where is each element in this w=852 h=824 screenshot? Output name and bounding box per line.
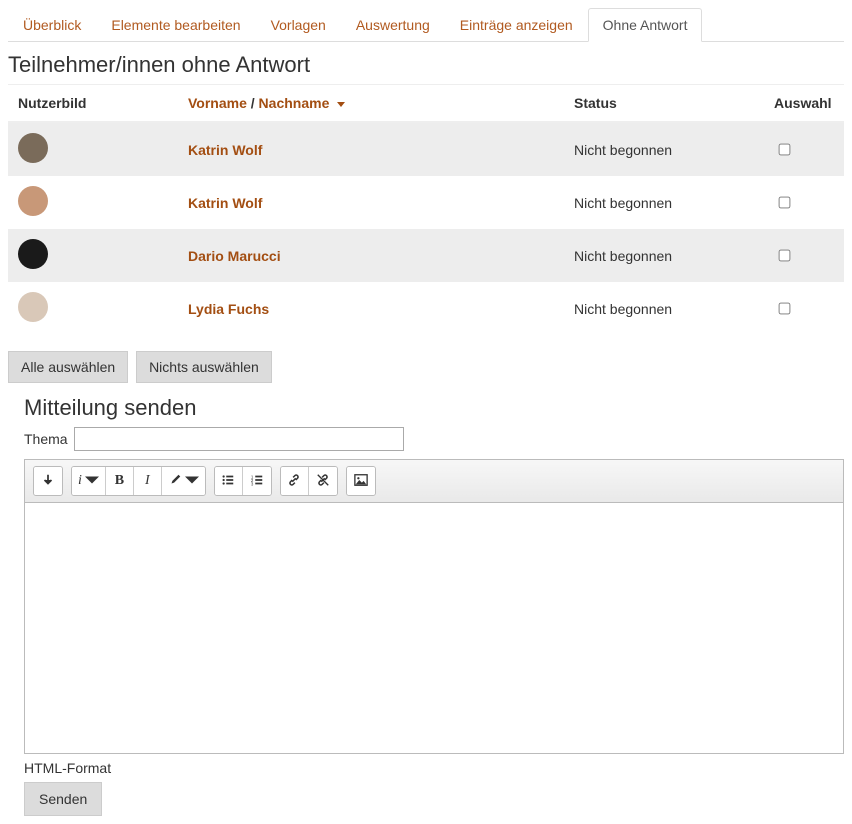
select-row-checkbox[interactable] xyxy=(779,303,791,315)
list-ul-icon xyxy=(221,473,235,490)
paragraph-icon: i xyxy=(78,473,82,489)
sort-lastname[interactable]: Nachname xyxy=(259,95,330,111)
subject-label: Thema xyxy=(24,431,68,447)
tab-overview[interactable]: Überblick xyxy=(8,8,96,42)
status-cell: Nicht begonnen xyxy=(564,176,764,229)
select-row-checkbox[interactable] xyxy=(779,144,791,156)
avatar xyxy=(18,186,48,216)
toolbar-expand-button[interactable] xyxy=(34,467,62,495)
bold-icon: B xyxy=(115,473,124,489)
toolbar-bold-button[interactable]: B xyxy=(106,467,134,495)
sort-firstname[interactable]: Vorname xyxy=(188,95,247,111)
toolbar-italic-button[interactable]: I xyxy=(134,467,162,495)
col-header-select: Auswahl xyxy=(764,85,844,122)
link-icon xyxy=(287,473,301,490)
table-row: Katrin Wolf Nicht begonnen xyxy=(8,122,844,176)
unlink-icon xyxy=(316,473,330,490)
table-row: Lydia Fuchs Nicht begonnen xyxy=(8,282,844,335)
tab-no-response[interactable]: Ohne Antwort xyxy=(588,8,703,42)
col-separator: / xyxy=(247,95,259,111)
tab-templates[interactable]: Vorlagen xyxy=(256,8,341,42)
select-all-button[interactable]: Alle auswählen xyxy=(8,351,128,383)
col-header-status: Status xyxy=(564,85,764,122)
avatar xyxy=(18,292,48,322)
table-row: Dario Marucci Nicht begonnen xyxy=(8,229,844,282)
col-header-name: Vorname / Nachname xyxy=(178,85,564,122)
participant-name-link[interactable]: Katrin Wolf xyxy=(188,142,262,158)
select-row-checkbox[interactable] xyxy=(779,197,791,209)
tab-show-entries[interactable]: Einträge anzeigen xyxy=(445,8,588,42)
avatar xyxy=(18,239,48,269)
select-row-checkbox[interactable] xyxy=(779,250,791,262)
italic-icon: I xyxy=(145,473,150,489)
dropdown-caret-icon xyxy=(185,473,199,490)
rich-text-editor: i B I xyxy=(24,459,844,754)
svg-text:3: 3 xyxy=(251,481,254,486)
toolbar-image-button[interactable] xyxy=(347,467,375,495)
brush-icon xyxy=(168,473,182,490)
toolbar-color-button[interactable] xyxy=(162,467,205,495)
dropdown-caret-icon xyxy=(85,473,99,490)
subject-input[interactable] xyxy=(74,427,404,451)
arrow-down-icon xyxy=(41,473,55,490)
tab-bar: Überblick Elemente bearbeiten Vorlagen A… xyxy=(8,8,844,42)
sort-desc-icon xyxy=(337,102,345,107)
participant-name-link[interactable]: Dario Marucci xyxy=(188,248,281,264)
tab-edit-elements[interactable]: Elemente bearbeiten xyxy=(96,8,255,42)
editor-toolbar: i B I xyxy=(25,460,843,503)
tab-analysis[interactable]: Auswertung xyxy=(341,8,445,42)
col-header-picture: Nutzerbild xyxy=(8,85,178,122)
status-cell: Nicht begonnen xyxy=(564,122,764,176)
toolbar-unlink-button[interactable] xyxy=(309,467,337,495)
format-label: HTML-Format xyxy=(24,760,844,776)
send-button[interactable]: Senden xyxy=(24,782,102,816)
participants-table: Nutzerbild Vorname / Nachname Status Aus… xyxy=(8,85,844,335)
toolbar-unordered-list-button[interactable] xyxy=(215,467,243,495)
toolbar-paragraph-button[interactable]: i xyxy=(72,467,106,495)
editor-textarea[interactable] xyxy=(25,503,843,753)
page-title: Teilnehmer/innen ohne Antwort xyxy=(8,52,844,78)
status-cell: Nicht begonnen xyxy=(564,229,764,282)
participant-name-link[interactable]: Lydia Fuchs xyxy=(188,301,269,317)
list-ol-icon: 123 xyxy=(250,473,264,490)
select-none-button[interactable]: Nichts auswählen xyxy=(136,351,272,383)
table-row: Katrin Wolf Nicht begonnen xyxy=(8,176,844,229)
image-icon xyxy=(354,473,368,490)
participant-name-link[interactable]: Katrin Wolf xyxy=(188,195,262,211)
status-cell: Nicht begonnen xyxy=(564,282,764,335)
toolbar-link-button[interactable] xyxy=(281,467,309,495)
message-heading: Mitteilung senden xyxy=(24,395,844,421)
bulk-action-buttons: Alle auswählen Nichts auswählen xyxy=(8,351,844,383)
toolbar-ordered-list-button[interactable]: 123 xyxy=(243,467,271,495)
avatar xyxy=(18,133,48,163)
